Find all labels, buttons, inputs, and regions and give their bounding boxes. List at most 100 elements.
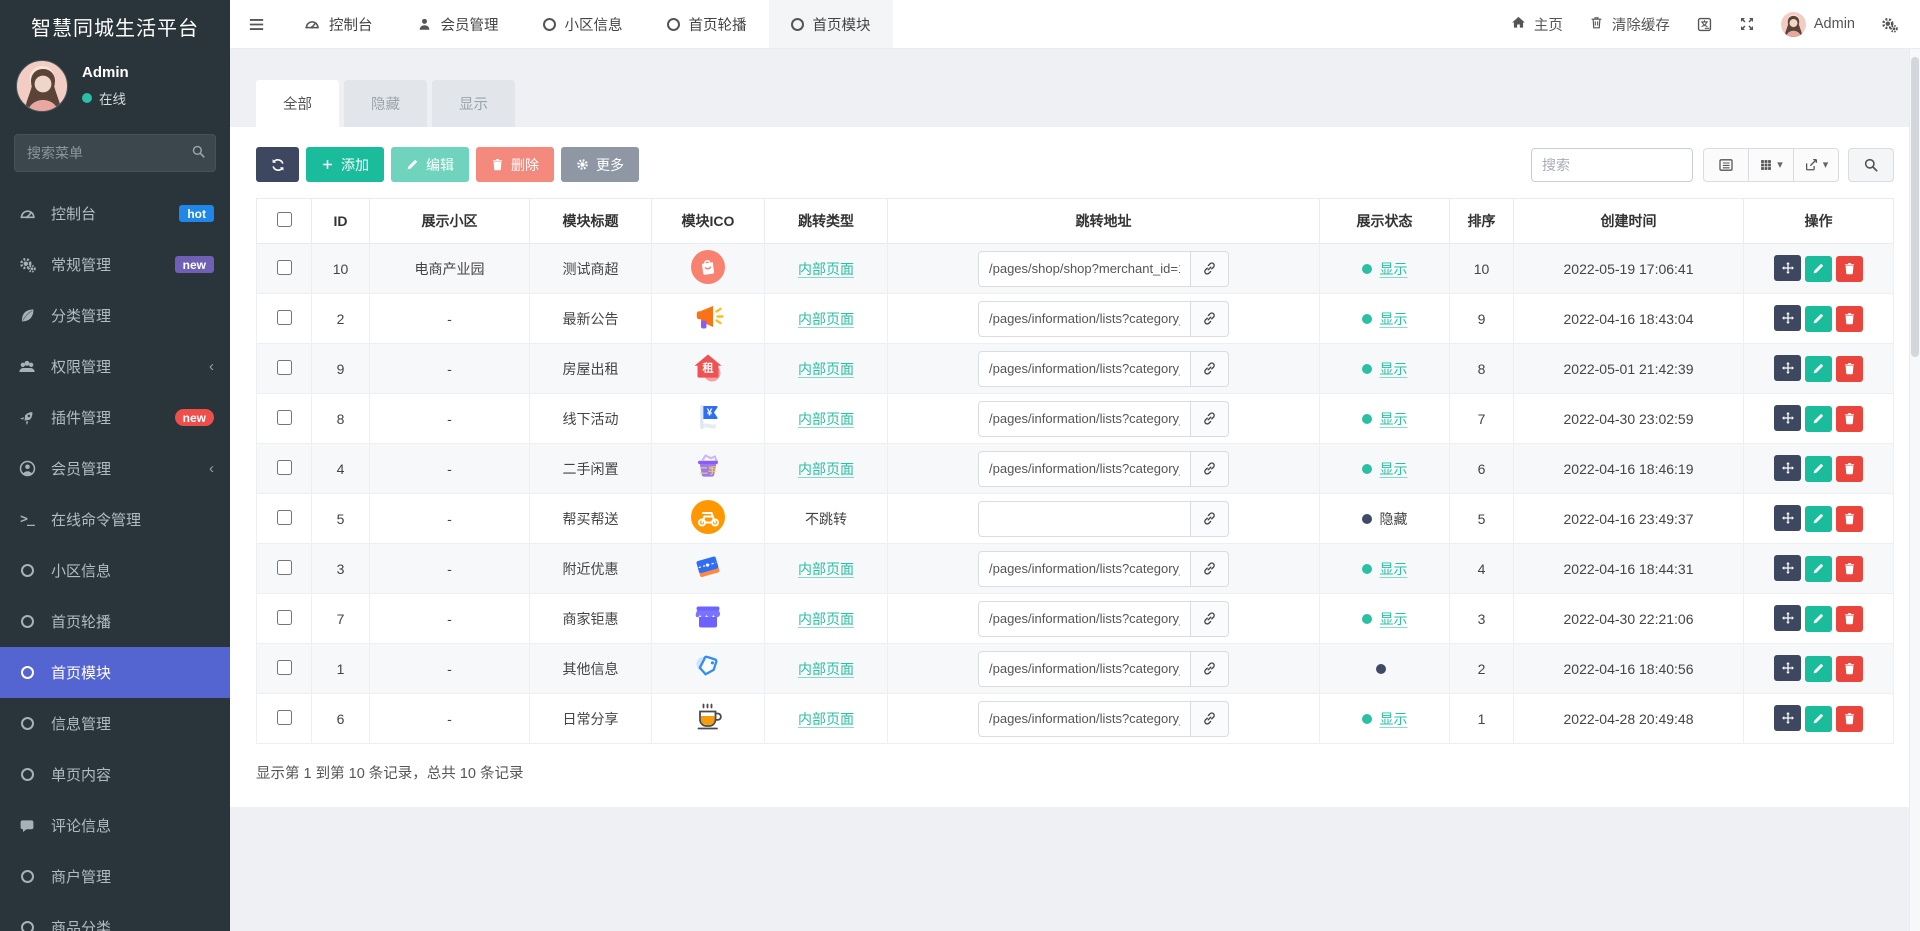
tab-dashboard[interactable]: 控制台 [282,0,395,48]
row-delete-button[interactable] [1836,705,1863,732]
row-checkbox[interactable] [276,359,292,375]
row-delete-button[interactable] [1836,455,1863,482]
jump-url-input[interactable] [978,500,1191,537]
row-delete-button[interactable] [1836,555,1863,582]
col-header-created[interactable]: 创建时间 [1513,198,1744,244]
row-edit-button[interactable] [1805,705,1832,732]
jump-url-input[interactable] [978,250,1191,287]
drag-move-button[interactable] [1774,305,1801,332]
jump-url-input[interactable] [978,350,1191,387]
drag-move-button[interactable] [1774,355,1801,382]
row-edit-button[interactable] [1805,255,1832,282]
link-button[interactable] [1191,500,1229,537]
status-badge[interactable]: 显示 [1361,359,1408,379]
status-badge[interactable]: 显示 [1361,259,1408,279]
row-delete-button[interactable] [1836,605,1863,632]
col-header-jump-type[interactable]: 跳转类型 [764,198,888,244]
row-edit-button[interactable] [1805,605,1832,632]
drag-move-button[interactable] [1774,555,1801,582]
row-checkbox[interactable] [276,659,292,675]
col-header-community[interactable]: 展示小区 [369,198,530,244]
tab-home-modules[interactable]: 首页模块 [768,0,893,48]
filter-tab-hidden[interactable]: 隐藏 [344,80,427,127]
link-button[interactable] [1191,700,1229,737]
row-edit-button[interactable] [1805,655,1832,682]
col-header-jump-url[interactable]: 跳转地址 [887,198,1320,244]
sidebar-item-community-info[interactable]: 小区信息 [0,545,230,596]
row-checkbox[interactable] [276,609,292,625]
row-edit-button[interactable] [1805,355,1832,382]
jump-url-input[interactable] [978,550,1191,587]
drag-move-button[interactable] [1774,455,1801,482]
drag-move-button[interactable] [1774,405,1801,432]
hamburger-icon[interactable] [230,0,282,48]
row-delete-button[interactable] [1836,505,1863,532]
link-button[interactable] [1191,550,1229,587]
table-search-input[interactable] [1531,147,1693,182]
edit-button[interactable]: 编辑 [391,147,469,182]
status-badge[interactable]: 隐藏 [1361,509,1408,529]
sidebar-item-plugins[interactable]: 插件管理 new [0,392,230,443]
drag-move-button[interactable] [1774,655,1801,682]
status-badge[interactable]: 显示 [1361,459,1408,479]
delete-button[interactable]: 删除 [476,147,554,182]
drag-move-button[interactable] [1774,705,1801,732]
row-checkbox[interactable] [276,409,292,425]
row-edit-button[interactable] [1805,305,1832,332]
filter-tab-shown[interactable]: 显示 [432,80,515,127]
sidebar-item-merchants[interactable]: 商户管理 [0,851,230,902]
row-edit-button[interactable] [1805,505,1832,532]
sidebar-item-permissions[interactable]: 权限管理 ‹ [0,341,230,392]
drag-move-button[interactable] [1774,605,1801,632]
sidebar-item-home-carousel[interactable]: 首页轮播 [0,596,230,647]
scrollbar-thumb[interactable] [1911,57,1919,357]
drag-move-button[interactable] [1774,505,1801,532]
columns-button[interactable]: ▾ [1748,147,1794,182]
fullscreen-icon[interactable] [1739,16,1755,32]
scrollbar[interactable] [1909,49,1920,931]
tab-home-carousel[interactable]: 首页轮播 [645,0,769,48]
menu-search-input[interactable] [14,134,216,172]
sidebar-item-members[interactable]: 会员管理 ‹ [0,443,230,494]
sidebar-item-dashboard[interactable]: 控制台 hot [0,188,230,239]
row-checkbox[interactable] [276,259,292,275]
status-badge[interactable]: 显示 [1361,309,1408,329]
avatar[interactable] [16,60,68,112]
row-checkbox[interactable] [276,459,292,475]
row-delete-button[interactable] [1836,305,1863,332]
col-header-id[interactable]: ID [311,198,370,244]
row-delete-button[interactable] [1836,255,1863,282]
clear-cache-button[interactable]: 清除缓存 [1589,14,1670,35]
jump-url-input[interactable] [978,450,1191,487]
col-header-title[interactable]: 模块标题 [529,198,652,244]
row-delete-button[interactable] [1836,355,1863,382]
settings-gears-icon[interactable] [1881,16,1898,33]
sidebar-item-comments[interactable]: 评论信息 [0,800,230,851]
add-button[interactable]: 添加 [306,147,384,182]
user-menu[interactable]: Admin [1780,11,1855,37]
col-header-sort[interactable]: 排序 [1449,198,1514,244]
row-edit-button[interactable] [1805,405,1832,432]
jump-url-input[interactable] [978,300,1191,337]
tab-members[interactable]: 会员管理 [395,0,521,48]
jump-url-input[interactable] [978,400,1191,437]
home-button[interactable]: 主页 [1511,14,1563,35]
search-submit-button[interactable] [1848,147,1894,182]
link-button[interactable] [1191,600,1229,637]
row-delete-button[interactable] [1836,655,1863,682]
col-header-icon[interactable]: 模块ICO [651,198,765,244]
drag-move-button[interactable] [1774,255,1801,282]
detail-view-button[interactable] [1703,147,1749,182]
status-badge[interactable]: 显示 [1361,559,1408,579]
refresh-button[interactable] [256,147,299,182]
tab-community-info[interactable]: 小区信息 [521,0,645,48]
row-delete-button[interactable] [1836,405,1863,432]
sidebar-item-single-page[interactable]: 单页内容 [0,749,230,800]
row-edit-button[interactable] [1805,455,1832,482]
sidebar-item-home-modules[interactable]: 首页模块 [0,647,230,698]
sidebar-item-category[interactable]: 分类管理 [0,290,230,341]
row-checkbox[interactable] [276,709,292,725]
link-button[interactable] [1191,400,1229,437]
more-button[interactable]: 更多 [561,147,639,182]
select-all-checkbox[interactable] [276,212,292,227]
